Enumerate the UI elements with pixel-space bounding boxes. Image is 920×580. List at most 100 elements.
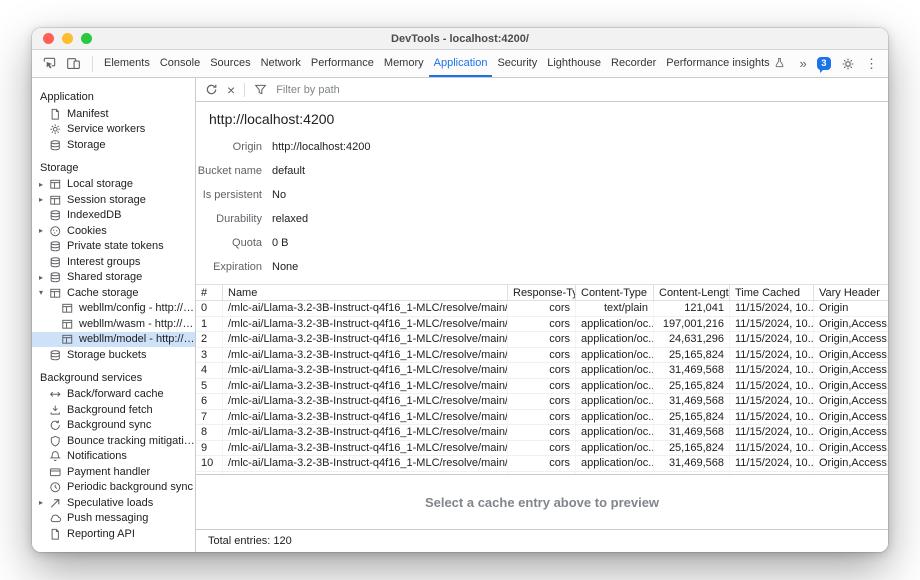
cache-entry-row[interactable]: 6/mlc-ai/Llama-3.2-3B-Instruct-q4f16_1-M… — [196, 394, 888, 410]
sidebar-item-interest-groups[interactable]: Interest groups — [32, 254, 195, 270]
database-icon — [49, 348, 63, 361]
refresh-icon[interactable] — [205, 83, 218, 96]
more-tabs-chevrons[interactable]: » — [799, 57, 806, 70]
sidebar-item-storage[interactable]: Storage — [32, 137, 195, 153]
sidebar-item-notifications[interactable]: Notifications — [32, 449, 195, 465]
tab-application[interactable]: Application — [429, 50, 493, 77]
sidebar-item-label: Background sync — [67, 419, 151, 431]
messages-badge[interactable]: 3 — [817, 57, 831, 70]
cache-entry-row[interactable]: 1/mlc-ai/Llama-3.2-3B-Instruct-q4f16_1-M… — [196, 317, 888, 333]
expand-collapsed-icon[interactable]: ▸ — [39, 498, 49, 507]
sidebar-item-service-workers[interactable]: Service workers — [32, 122, 195, 138]
inspect-icon[interactable] — [42, 56, 57, 71]
cell-vary-header: Origin,Access... — [813, 317, 888, 332]
cell-time-cached: 11/15/2024, 10... — [729, 332, 813, 347]
tab-performance[interactable]: Performance — [306, 50, 379, 77]
cell-time-cached: 11/15/2024, 10... — [729, 456, 813, 471]
fetch-arrows-icon — [49, 403, 63, 416]
tab-memory[interactable]: Memory — [379, 50, 429, 77]
column-header-response-type[interactable]: Response-Type — [507, 285, 575, 300]
sidebar-item-background-sync[interactable]: Background sync — [32, 418, 195, 434]
cache-entry-row[interactable]: 9/mlc-ai/Llama-3.2-3B-Instruct-q4f16_1-M… — [196, 441, 888, 457]
sidebar-item-payment-handler[interactable]: Payment handler — [32, 464, 195, 480]
sidebar-item-periodic-background-sync[interactable]: Periodic background sync — [32, 480, 195, 496]
sidebar-item-session-storage[interactable]: ▸ Session storage — [32, 192, 195, 208]
sidebar-item-cookies[interactable]: ▸Cookies — [32, 223, 195, 239]
sidebar-item-push-messaging[interactable]: Push messaging — [32, 511, 195, 527]
expand-collapsed-icon[interactable]: ▸ — [39, 226, 49, 235]
delete-icon[interactable]: × — [227, 83, 235, 97]
sidebar-item-webllm-model-http-loc[interactable]: webllm/model - http://loc... — [32, 332, 195, 348]
document-icon — [49, 527, 63, 540]
cache-entry-row[interactable]: 7/mlc-ai/Llama-3.2-3B-Instruct-q4f16_1-M… — [196, 410, 888, 426]
cell-name: /mlc-ai/Llama-3.2-3B-Instruct-q4f16_1-ML… — [222, 410, 507, 425]
detail-label: Origin — [196, 141, 262, 153]
database-icon — [49, 209, 63, 222]
tab-recorder[interactable]: Recorder — [606, 50, 661, 77]
filter-input[interactable] — [276, 84, 496, 96]
detail-row-durability: Durabilityrelaxed — [196, 207, 888, 231]
column-header-num[interactable]: # — [196, 285, 222, 300]
sidebar-item-webllm-config-http-loc[interactable]: webllm/config - http://loc... — [32, 301, 195, 317]
cache-entry-row[interactable]: 5/mlc-ai/Llama-3.2-3B-Instruct-q4f16_1-M… — [196, 379, 888, 395]
tab-elements[interactable]: Elements — [99, 50, 155, 77]
sidebar-item-bounce-tracking-mitigations[interactable]: Bounce tracking mitigations — [32, 433, 195, 449]
settings-gear-icon[interactable] — [841, 57, 855, 71]
cache-entry-row[interactable]: 8/mlc-ai/Llama-3.2-3B-Instruct-q4f16_1-M… — [196, 425, 888, 441]
detail-label: Quota — [196, 237, 262, 249]
sidebar-item-manifest[interactable]: Manifest — [32, 106, 195, 122]
tab-network[interactable]: Network — [256, 50, 306, 77]
cache-entry-row[interactable]: 3/mlc-ai/Llama-3.2-3B-Instruct-q4f16_1-M… — [196, 348, 888, 364]
sidebar-item-private-state-tokens[interactable]: Private state tokens — [32, 239, 195, 255]
cache-entry-row[interactable]: 0/mlc-ai/Llama-3.2-3B-Instruct-q4f16_1-M… — [196, 301, 888, 317]
database-icon — [49, 271, 63, 284]
cache-entry-row[interactable]: 4/mlc-ai/Llama-3.2-3B-Instruct-q4f16_1-M… — [196, 363, 888, 379]
sidebar-item-label: Local storage — [67, 178, 133, 190]
sidebar-item-back-forward-cache[interactable]: Back/forward cache — [32, 387, 195, 403]
devtools-tabs: ElementsConsoleSourcesNetworkPerformance… — [99, 50, 795, 77]
tab-sources[interactable]: Sources — [205, 50, 255, 77]
tab-console[interactable]: Console — [155, 50, 205, 77]
detail-value: 0 B — [272, 237, 289, 249]
tab-security[interactable]: Security — [492, 50, 542, 77]
sidebar-item-reporting-api[interactable]: Reporting API — [32, 526, 195, 542]
more-options-kebab-icon[interactable]: ⋮ — [865, 57, 878, 70]
cell-name: /mlc-ai/Llama-3.2-3B-Instruct-q4f16_1-ML… — [222, 379, 507, 394]
sidebar-item-label: Shared storage — [67, 271, 142, 283]
device-toolbar-icon[interactable] — [66, 56, 81, 71]
sidebar-item-webllm-wasm-http-loca[interactable]: webllm/wasm - http://loca... — [32, 316, 195, 332]
sidebar-item-local-storage[interactable]: ▸ Local storage — [32, 177, 195, 193]
sidebar-item-storage-buckets[interactable]: Storage buckets — [32, 347, 195, 363]
cache-entry-row[interactable]: 2/mlc-ai/Llama-3.2-3B-Instruct-q4f16_1-M… — [196, 332, 888, 348]
sidebar-item-background-fetch[interactable]: Background fetch — [32, 402, 195, 418]
titlebar[interactable]: DevTools - localhost:4200/ — [32, 28, 888, 50]
sidebar-item-cache-storage[interactable]: ▾Cache storage — [32, 285, 195, 301]
zoom-button[interactable] — [81, 33, 92, 44]
sidebar-item-speculative-loads[interactable]: ▸Speculative loads — [32, 495, 195, 511]
sidebar-item-label: Reporting API — [67, 528, 135, 540]
column-header-time-cached[interactable]: Time Cached — [729, 285, 813, 300]
filter-funnel-icon[interactable] — [254, 83, 267, 96]
cell-content-type: application/oc... — [575, 456, 653, 471]
close-button[interactable] — [43, 33, 54, 44]
sidebar-item-label: webllm/wasm - http://loca... — [79, 318, 195, 330]
column-header-content-length[interactable]: Content-Length — [653, 285, 729, 300]
cell-vary-header: Origin,Access... — [813, 410, 888, 425]
sidebar-item-label: Session storage — [67, 194, 146, 206]
sidebar-item-shared-storage[interactable]: ▸ Shared storage — [32, 270, 195, 286]
cache-entry-row[interactable]: 10/mlc-ai/Llama-3.2-3B-Instruct-q4f16_1-… — [196, 456, 888, 472]
tab-lighthouse[interactable]: Lighthouse — [542, 50, 606, 77]
minimize-button[interactable] — [62, 33, 73, 44]
database-icon — [49, 255, 63, 268]
tab-performance-insights[interactable]: Performance insights — [661, 50, 789, 77]
expand-expanded-icon[interactable]: ▾ — [39, 288, 49, 297]
expand-collapsed-icon[interactable]: ▸ — [39, 273, 49, 282]
expand-collapsed-icon[interactable]: ▸ — [39, 180, 49, 189]
column-header-name[interactable]: Name — [222, 285, 507, 300]
cell-time-cached: 11/15/2024, 10... — [729, 317, 813, 332]
column-header-content-type[interactable]: Content-Type — [575, 285, 653, 300]
column-header-vary-header[interactable]: Vary Header — [813, 285, 888, 300]
gear-icon — [49, 123, 63, 136]
expand-collapsed-icon[interactable]: ▸ — [39, 195, 49, 204]
sidebar-item-indexeddb[interactable]: IndexedDB — [32, 208, 195, 224]
